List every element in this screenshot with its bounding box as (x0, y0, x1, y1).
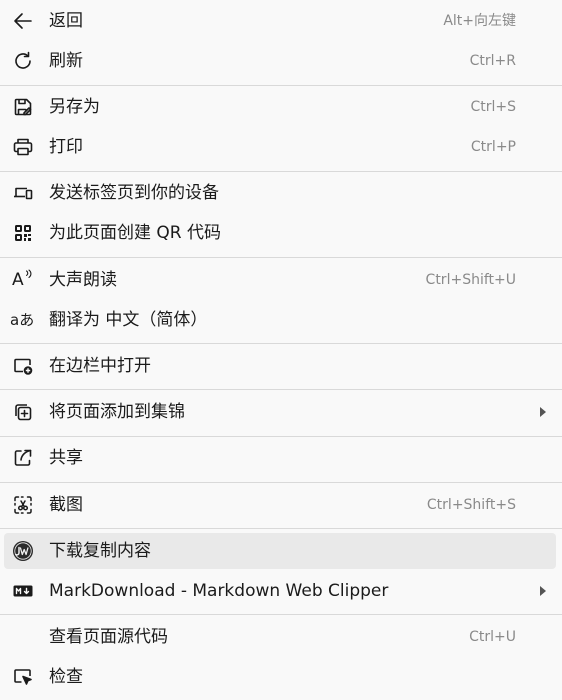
menu-item-share[interactable]: 共享 (4, 440, 556, 476)
inspect-icon (12, 666, 34, 688)
menu-item-shortcut: Ctrl+Shift+S (426, 497, 516, 513)
menu-item-label: 查看页面源代码 (49, 627, 168, 647)
menu-item-label: 截图 (49, 495, 83, 515)
translate-icon: aあ (10, 311, 35, 329)
menu-item-label: 发送标签页到你的设备 (49, 183, 219, 203)
menu-item-label: 下载复制内容 (49, 541, 151, 561)
menu-item-translate[interactable]: aあ 翻译为 中文（简体） (4, 302, 556, 338)
back-arrow-icon (12, 10, 34, 32)
menu-item-inspect[interactable]: 检查 (4, 659, 556, 695)
menu-item-label: MarkDownload - Markdown Web Clipper (49, 581, 389, 601)
menu-item-label: 刷新 (49, 51, 83, 71)
menu-item-send-to-devices[interactable]: 发送标签页到你的设备 (4, 175, 556, 211)
read-aloud-glyph: A (12, 270, 24, 290)
print-icon (12, 136, 34, 158)
qr-code-icon (12, 222, 34, 244)
menu-item-shortcut: Ctrl+P (470, 139, 516, 155)
menu-item-label: 共享 (49, 448, 83, 468)
menu-item-shortcut: Ctrl+Shift+U (425, 272, 516, 288)
share-icon (12, 447, 34, 469)
menu-item-shortcut: Alt+向左键 (443, 13, 516, 29)
menu-item-screenshot[interactable]: 截图 Ctrl+Shift+S (4, 487, 556, 523)
menu-item-label: 打印 (49, 137, 83, 157)
separator (0, 389, 562, 390)
separator (0, 85, 562, 86)
menu-item-label: 另存为 (49, 97, 100, 117)
menu-item-print[interactable]: 打印 Ctrl+P (4, 129, 556, 165)
separator (0, 343, 562, 344)
menu-item-open-in-sidebar[interactable]: 在边栏中打开 (4, 348, 556, 384)
separator (0, 528, 562, 529)
menu-item-shortcut: Ctrl+S (470, 99, 516, 115)
menu-item-back[interactable]: 返回 Alt+向左键 (4, 3, 556, 39)
menu-item-create-qr-code[interactable]: 为此页面创建 QR 代码 (4, 215, 556, 251)
collections-add-icon (12, 401, 34, 423)
menu-item-markdownload[interactable]: MarkDownload - Markdown Web Clipper (4, 573, 556, 609)
menu-item-download-copy-content[interactable]: 下载复制内容 (4, 533, 556, 569)
menu-item-label: 检查 (49, 667, 83, 687)
separator (0, 482, 562, 483)
menu-item-shortcut: Ctrl+R (469, 53, 516, 69)
menu-item-label: 在边栏中打开 (49, 356, 151, 376)
context-menu: 返回 Alt+向左键 刷新 Ctrl+R 另存为 Ctrl+S 打印 Ctrl+… (0, 0, 562, 700)
refresh-icon (12, 50, 34, 72)
menu-item-add-to-collections[interactable]: 将页面添加到集锦 (4, 394, 556, 430)
menu-item-label: 大声朗读 (49, 270, 117, 290)
menu-item-label: 为此页面创建 QR 代码 (49, 223, 222, 243)
markdown-icon (12, 580, 34, 602)
sidebar-open-icon (12, 355, 34, 377)
read-aloud-icon: A (12, 269, 36, 291)
separator (0, 614, 562, 615)
separator (0, 257, 562, 258)
submenu-arrow-icon (540, 586, 546, 596)
separator (0, 171, 562, 172)
menu-item-shortcut: Ctrl+U (469, 629, 516, 645)
menu-item-label: 将页面添加到集锦 (49, 402, 185, 422)
save-icon (12, 96, 34, 118)
menu-item-view-source[interactable]: 查看页面源代码 Ctrl+U (4, 619, 556, 655)
screenshot-icon (12, 494, 34, 516)
menu-item-refresh[interactable]: 刷新 Ctrl+R (4, 43, 556, 79)
submenu-arrow-icon (540, 407, 546, 417)
menu-item-label: 翻译为 中文（简体） (49, 310, 208, 330)
extension-download-icon (12, 540, 34, 562)
menu-item-save-as[interactable]: 另存为 Ctrl+S (4, 89, 556, 125)
menu-item-read-aloud[interactable]: A 大声朗读 Ctrl+Shift+U (4, 262, 556, 298)
menu-item-label: 返回 (49, 11, 83, 31)
separator (0, 436, 562, 437)
devices-icon (12, 182, 34, 204)
